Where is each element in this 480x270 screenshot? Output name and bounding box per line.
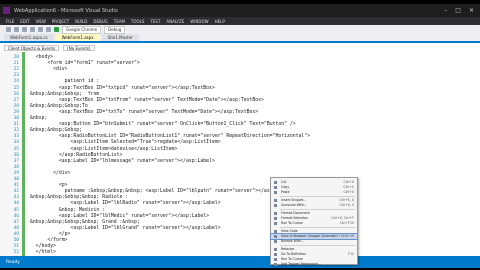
context-menu-item[interactable]: Surround With... Ctrl+K, S — [271, 203, 357, 208]
save-icon[interactable] — [38, 27, 43, 32]
context-menu: Cut Ctrl+X Copy Ctrl+C Paste Ctrl+V Insert Sni… — [270, 177, 358, 268]
menu-item-shortcut: Ctrl+K, S — [339, 203, 354, 207]
back-icon[interactable] — [6, 27, 11, 32]
document-tabs: WebForm1.aspx.cs WebForm1.aspx Site1.Mas… — [0, 34, 480, 43]
client-objects-select[interactable]: Client Objects & Events — [4, 45, 60, 51]
window-title: WebApplication6 - Microsoft Visual Studi… — [14, 7, 118, 14]
menu-project[interactable]: PROJECT — [52, 19, 69, 24]
menu-item-label: Run To Cursor — [281, 221, 303, 225]
menu-item-icon — [274, 191, 277, 194]
menu-item-icon — [274, 258, 277, 261]
minimize-icon[interactable]: – — [444, 7, 447, 14]
menu-separator — [280, 227, 355, 228]
menu-window[interactable]: WINDOW — [190, 19, 208, 24]
menu-bar: FILE EDIT VIEW PROJECT BUILD DEBUG TEAM … — [0, 17, 480, 25]
menu-item-icon — [274, 222, 277, 225]
menu-separator — [280, 196, 355, 197]
menu-item-icon — [274, 186, 277, 189]
menu-item-icon — [274, 199, 277, 202]
menu-separator — [280, 209, 355, 210]
menu-edit[interactable]: EDIT — [20, 19, 29, 24]
menu-item-label: Paste — [281, 190, 290, 194]
context-menu-item[interactable]: Browse With... — [271, 239, 357, 244]
ide-window: WebApplication6 - Microsoft Visual Studi… — [0, 4, 480, 268]
menu-item-shortcut: Ctrl+V — [343, 190, 354, 194]
context-menu-item[interactable]: Paste Ctrl+V — [271, 190, 357, 195]
menu-item-label: Browse With... — [281, 239, 304, 243]
config-select[interactable]: Debug — [104, 25, 126, 34]
menu-item-icon — [274, 230, 277, 233]
forward-icon[interactable] — [14, 27, 19, 32]
menu-item-shortcut: Ctrl+F10 — [339, 221, 354, 225]
menu-item-icon — [274, 204, 277, 207]
menu-team[interactable]: TEAM — [114, 19, 125, 24]
menu-item-icon — [274, 235, 277, 238]
menu-analyze[interactable]: ANALYZE — [166, 19, 184, 24]
menu-test[interactable]: TEST — [150, 19, 160, 24]
run-icon[interactable] — [54, 27, 59, 32]
undo-icon[interactable] — [46, 27, 51, 32]
tab-webform1-cs[interactable]: WebForm1.aspx.cs — [4, 34, 54, 41]
menu-tools[interactable]: TOOLS — [131, 19, 145, 24]
context-menu-item[interactable]: Run To Cursor Ctrl+F10 — [271, 221, 357, 226]
visual-studio-icon — [3, 7, 10, 14]
menu-debug[interactable]: DEBUG — [93, 19, 107, 24]
menu-item-icon — [274, 212, 277, 215]
menu-item-icon — [274, 263, 277, 266]
browser-select[interactable]: Google Chrome — [62, 25, 102, 34]
open-icon[interactable] — [30, 27, 35, 32]
menu-item-icon — [274, 181, 277, 184]
breadcrumb: Client Objects & Events (No Events) — [4, 45, 95, 51]
new-project-icon[interactable] — [22, 27, 27, 32]
events-select[interactable]: (No Events) — [63, 45, 95, 51]
tab-webform1-aspx[interactable]: WebForm1.aspx — [55, 34, 100, 41]
menu-item-icon — [274, 240, 277, 243]
menu-build[interactable]: BUILD — [75, 19, 87, 24]
toolbar: Google Chrome Debug — [0, 25, 480, 34]
status-bar: Ready — [0, 256, 480, 268]
code-editor[interactable]: 20 <body> 21 <form id="form1" runat="serv… — [0, 52, 480, 256]
menu-item-icon — [274, 248, 277, 251]
menu-item-icon — [274, 253, 277, 256]
menu-help[interactable]: HELP — [215, 19, 225, 24]
context-menu-item[interactable]: Outlining — [271, 267, 357, 268]
maximize-icon[interactable]: □ — [455, 7, 461, 14]
close-icon[interactable]: ✕ — [469, 7, 474, 14]
menu-item-label: Surround With... — [281, 203, 307, 207]
status-text: Ready — [6, 259, 20, 265]
menu-file[interactable]: FILE — [6, 19, 14, 24]
menu-item-icon — [274, 217, 277, 220]
menu-separator — [280, 245, 355, 246]
title-bar: WebApplication6 - Microsoft Visual Studi… — [0, 4, 480, 17]
menu-view[interactable]: VIEW — [35, 19, 45, 24]
tab-site1-master[interactable]: Site1.Master — [101, 34, 139, 41]
menu-item-label: Outlining — [281, 267, 296, 268]
